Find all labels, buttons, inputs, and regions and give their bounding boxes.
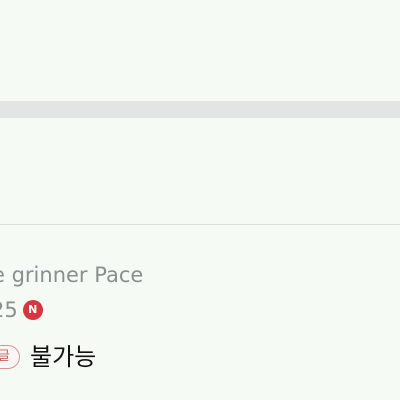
status-tag: 글 [0,345,20,369]
list-item-empty[interactable] [0,118,400,224]
item-meta: 25 N [0,296,43,324]
status-text: 불가능 [30,343,97,371]
item-status: 글 불가능 [0,341,96,373]
top-panel [0,0,400,101]
item-title: e grinner Pace [0,263,144,287]
item-count: 25 [0,298,18,322]
new-badge: N [22,300,43,320]
section-divider [0,101,400,118]
list-item[interactable] [0,225,400,400]
app-screen: e grinner Pace 25 N 글 불가능 [0,0,400,400]
